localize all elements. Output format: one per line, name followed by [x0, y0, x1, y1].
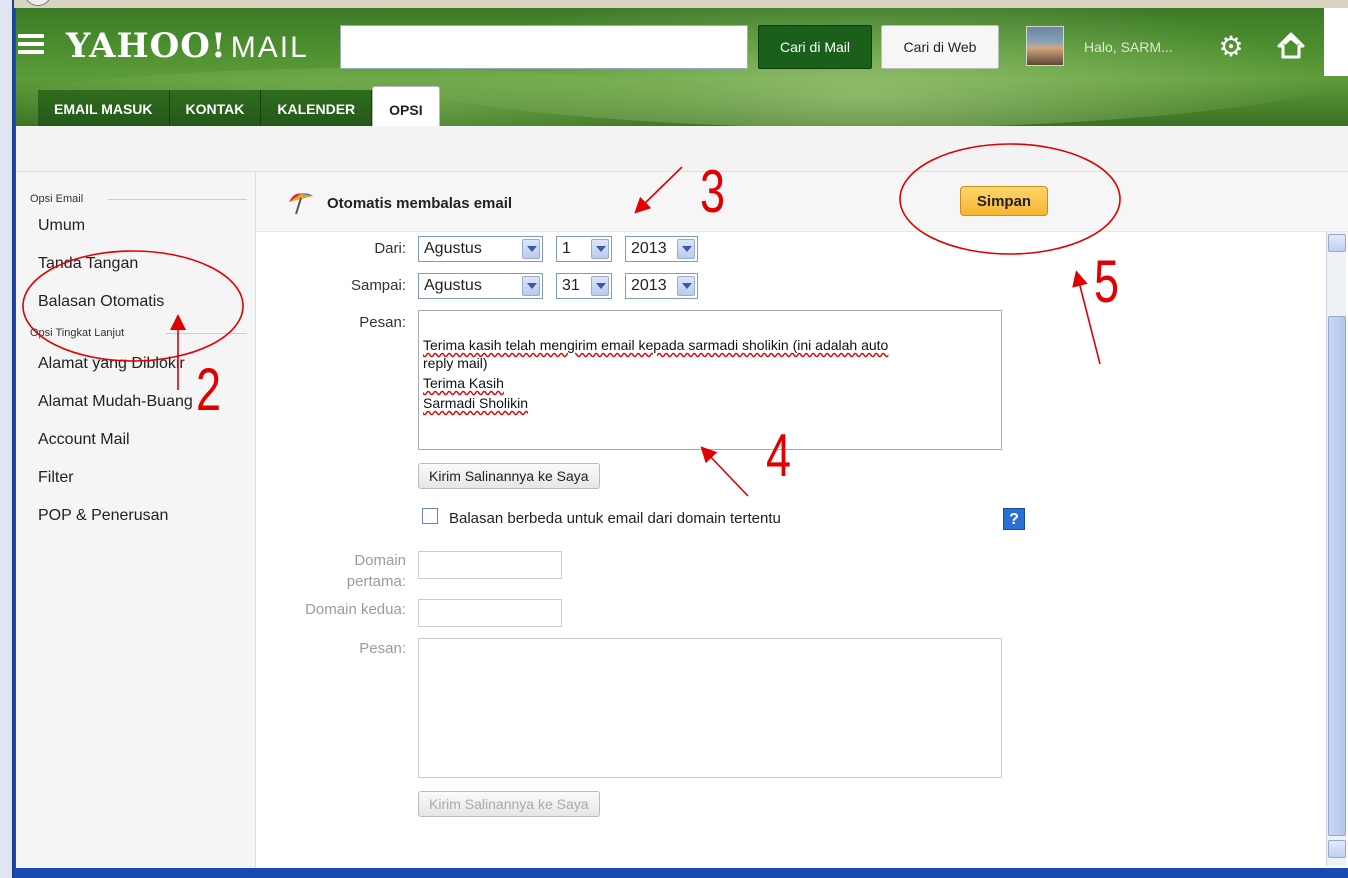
- from-day-value: 1: [562, 240, 571, 257]
- scroll-down-button[interactable]: [1328, 840, 1346, 858]
- auto-reply-form: Dari: Agustus 1 2013 Sampai: Agustus 31 …: [0, 0, 1348, 878]
- domain2-input[interactable]: [418, 599, 562, 627]
- annotation-number-5: 5: [1094, 248, 1120, 315]
- chevron-down-icon: [522, 239, 540, 259]
- to-day-select[interactable]: 31: [556, 273, 612, 299]
- message-line: Sarmadi Sholikin: [423, 393, 997, 413]
- message-label: Pesan:: [359, 314, 406, 331]
- message2-textarea[interactable]: [418, 638, 1002, 778]
- chevron-down-icon: [591, 239, 609, 259]
- from-day-select[interactable]: 1: [556, 236, 612, 262]
- annotation-number-4: 4: [766, 422, 792, 489]
- message2-label: Pesan:: [359, 640, 406, 657]
- domain1-label-second-line: pertama:: [300, 573, 406, 590]
- message-line: reply mail): [423, 353, 997, 373]
- domain1-label-b: pertama:: [346, 573, 406, 590]
- to-month-value: Agustus: [424, 277, 482, 294]
- message-line: Terima kasih telah mengirim email kepada…: [423, 335, 997, 355]
- message-line-text: Terima Kasih: [423, 375, 504, 391]
- send-copy-button[interactable]: Kirim Salinannya ke Saya: [418, 463, 600, 489]
- from-label: Dari:: [374, 240, 406, 257]
- message-textarea[interactable]: Terima kasih telah mengirim email kepada…: [418, 310, 1002, 450]
- to-label: Sampai:: [350, 277, 406, 294]
- scrollbar[interactable]: [1326, 232, 1346, 866]
- message-line: Terima Kasih: [423, 373, 997, 393]
- help-icon[interactable]: ?: [1003, 508, 1025, 530]
- message-line-text: Sarmadi Sholikin: [423, 395, 529, 411]
- domain-checkbox[interactable]: [422, 508, 438, 524]
- chevron-down-icon: [677, 239, 695, 259]
- message-line-text: Terima kasih telah mengirim email kepada…: [423, 337, 889, 353]
- domain-checkbox-label[interactable]: Balasan berbeda untuk email dari domain …: [449, 510, 781, 527]
- to-year-select[interactable]: 2013: [625, 273, 698, 299]
- to-month-select[interactable]: Agustus: [418, 273, 543, 299]
- scrollbar-thumb[interactable]: [1328, 316, 1346, 836]
- chevron-down-icon: [591, 276, 609, 296]
- chevron-down-icon: [677, 276, 695, 296]
- send-copy2-button[interactable]: Kirim Salinannya ke Saya: [418, 791, 600, 817]
- domain1-label-a: Domain: [354, 552, 406, 569]
- annotation-number-2: 2: [196, 356, 222, 423]
- message-line-text: reply mail): [423, 355, 488, 371]
- scroll-up-button[interactable]: [1328, 234, 1346, 252]
- chevron-down-icon: [522, 276, 540, 296]
- domain1-label: Domain: [300, 552, 406, 569]
- domain2-label: Domain kedua:: [305, 601, 406, 618]
- from-year-select[interactable]: 2013: [625, 236, 698, 262]
- to-day-value: 31: [562, 277, 580, 294]
- annotation-number-3: 3: [700, 158, 726, 225]
- from-year-value: 2013: [631, 240, 667, 257]
- domain1-input[interactable]: [418, 551, 562, 579]
- from-month-value: Agustus: [424, 240, 482, 257]
- to-year-value: 2013: [631, 277, 667, 294]
- from-month-select[interactable]: Agustus: [418, 236, 543, 262]
